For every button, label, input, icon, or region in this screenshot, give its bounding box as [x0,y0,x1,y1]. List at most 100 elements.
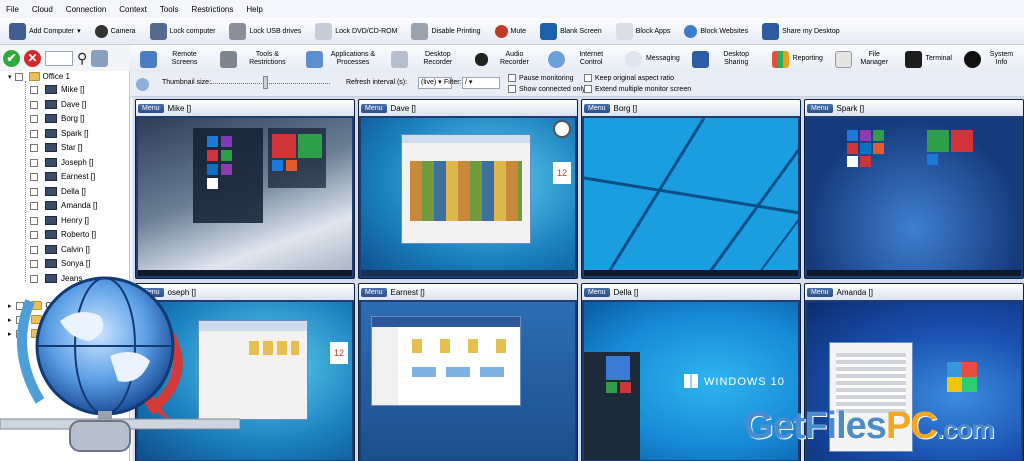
view-options-bar: Thumbnail size: Refresh interval (s): (l… [130,73,1024,97]
remote-screen[interactable] [807,118,1021,276]
menu-cloud[interactable]: Cloud [32,5,53,14]
tab-file-manager[interactable]: File Manager [829,46,899,72]
tab-desktop-recorder[interactable]: Desktop Recorder [385,46,469,72]
tab-audio-recorder[interactable]: Audio Recorder [469,46,542,72]
windows-logo-icon [684,374,698,388]
tree-computer[interactable]: Spark [] [30,127,89,140]
tile-menu-button[interactable]: Menu [807,287,833,297]
slider-thumb[interactable] [263,76,268,89]
remote-screen[interactable] [361,302,575,460]
menu-file[interactable]: File [6,5,19,14]
screen-tile-dave[interactable]: Menu Dave [] 12 [358,99,578,279]
add-computer-button[interactable]: Add Computer ▾ [6,20,84,42]
tree-computer[interactable]: Dave [] [30,98,86,111]
ok-button[interactable]: ✔ [3,49,20,67]
refresh-icon[interactable] [136,78,149,91]
screen-tile-spark[interactable]: Menu Spark [] [804,99,1024,279]
reporting-chart-icon [771,50,789,68]
tab-internet-control[interactable]: Internet Control [542,46,618,72]
camera-button[interactable]: Camera [92,20,139,42]
lock-computer-button[interactable]: Lock computer [147,20,219,42]
tree-group-office[interactable]: ▾ Office 1 [8,72,70,81]
share-desktop-icon [762,22,780,40]
tile-menu-button[interactable]: Menu [361,287,387,297]
calendar-gadget: 12 [553,162,571,184]
pause-monitoring-checkbox[interactable]: Pause monitoring [508,74,573,82]
remote-screen[interactable] [584,118,798,276]
lock-dvd-button[interactable]: Lock DVD/CD-ROM [312,20,400,42]
tree-computer[interactable]: Joseph [] [30,156,93,169]
monitor-icon [45,201,57,210]
recorder-icon [391,50,409,68]
keep-aspect-ratio-checkbox[interactable]: Keep original aspect ratio [584,74,674,82]
tab-terminal[interactable]: Terminal [899,46,958,72]
tree-computer[interactable]: Star [] [30,141,82,154]
desktop-sharing-icon [691,50,709,68]
lock-computer-icon [149,22,167,40]
tree-computer[interactable]: Borg [] [30,112,85,125]
tree-computer[interactable]: Earnest [] [30,170,95,183]
tree-computer[interactable]: Della [] [30,185,86,198]
menu-context[interactable]: Context [119,5,147,14]
monitor-icon [45,172,57,181]
tree-computer[interactable]: Amanda [] [30,199,97,212]
globe-block-icon [684,24,698,38]
tile-menu-button[interactable]: Menu [807,103,833,113]
menu-help[interactable]: Help [246,5,262,14]
tree-search-input[interactable] [45,50,73,66]
menu-tools[interactable]: Tools [160,5,179,14]
filter-select[interactable]: / ▾ [462,77,500,89]
tab-applications-processes[interactable]: Applications & Processes [300,46,386,72]
tile-menu-button[interactable]: Menu [584,103,610,113]
screen-tile-earnest[interactable]: Menu Earnest [] [358,283,578,461]
share-desktop-button[interactable]: Share my Desktop [759,20,843,42]
tree-computer[interactable]: Roberto [] [30,228,96,241]
taskbar [361,270,575,276]
tile-menu-button[interactable]: Menu [361,103,387,113]
watermark: GetFilesPC.com [744,405,994,447]
tab-reporting[interactable]: Reporting [766,46,829,72]
dvd-lock-icon [315,22,333,40]
disable-printing-button[interactable]: Disable Printing [408,20,483,42]
settings-icon[interactable] [91,49,109,67]
extend-monitor-checkbox[interactable]: Extend multiple monitor screen [584,85,691,93]
tab-system-info[interactable]: System Info [958,46,1024,72]
clock-gadget [553,120,571,138]
show-connected-only-checkbox[interactable]: Show connected only [508,85,586,93]
mute-button[interactable]: Mute [492,20,530,42]
tree-computer[interactable]: Calvin [] [30,243,90,256]
tab-tools-restrictions[interactable]: Tools & Restrictions [214,46,300,72]
block-apps-button[interactable]: Block Apps [613,20,674,42]
menu-connection[interactable]: Connection [66,5,106,14]
search-icon[interactable]: ⚲ [77,50,87,67]
folder-icon [28,72,40,81]
app-window: File Cloud Connection Context Tools Rest… [0,0,1024,461]
add-computer-icon [9,22,26,40]
printer-icon [411,22,429,40]
tab-remote-screens[interactable]: Remote Screens [134,46,214,72]
collapse-icon[interactable]: ▾ [8,73,12,81]
tab-desktop-sharing[interactable]: Desktop Sharing [686,46,766,72]
cancel-button[interactable]: ✕ [24,49,41,67]
remote-screen[interactable]: 12 [361,118,575,276]
blank-screen-button[interactable]: Blank Screen [537,20,605,42]
file-manager-icon [834,50,852,68]
thumbnail-size-label: Thumbnail size: [162,79,212,86]
tree-computer[interactable]: Henry [] [30,214,89,227]
remote-screen[interactable] [138,118,352,276]
group-checkbox[interactable] [14,72,23,81]
tile-menu-button[interactable]: Menu [584,287,610,297]
menu-restrictions[interactable]: Restrictions [192,5,234,14]
lock-usb-button[interactable]: Lock USB drives [226,20,304,42]
tree-computer[interactable]: Mike [] [30,83,85,96]
calendar-gadget: 12 [330,342,348,364]
thumbnail-size-slider[interactable] [210,83,330,85]
tile-menu-button[interactable]: Menu [138,103,164,113]
chevron-down-icon: ▾ [77,28,81,35]
tree-controls: ✔ ✕ ⚲ [0,45,130,71]
block-websites-button[interactable]: Block Websites [681,20,751,42]
screen-tile-mike[interactable]: Menu Mike [] [135,99,355,279]
screen-tile-borg[interactable]: Menu Borg [] [581,99,801,279]
tab-messaging[interactable]: Messaging [619,46,686,72]
refresh-interval-label: Refresh interval (s): [346,79,408,86]
